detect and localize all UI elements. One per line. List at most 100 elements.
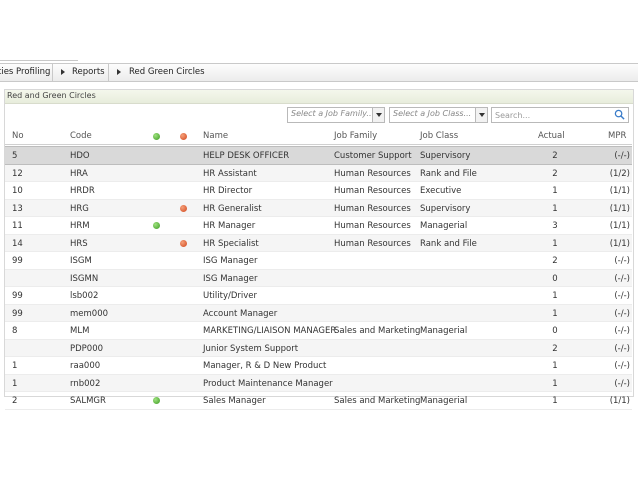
cell-actual: 1 bbox=[552, 361, 558, 371]
cell-name: HR Generalist bbox=[203, 203, 262, 214]
cell-job-class: Rank and File bbox=[420, 168, 477, 179]
table-row[interactable]: 13 HRG HR Generalist Human Resources Supervi… bbox=[5, 199, 632, 217]
cell-mpr: (-/-) bbox=[614, 291, 630, 301]
search-input[interactable] bbox=[495, 109, 607, 121]
cell-mpr: (1/1) bbox=[609, 396, 630, 406]
cell-job-family: Human Resources bbox=[334, 221, 411, 231]
table-row[interactable]: 2 SALMGR Sales Manager Sales and Marketing M… bbox=[5, 392, 632, 410]
cell-job-family: Sales and Marketing bbox=[334, 396, 421, 406]
table-header: No Code Name Job Family Job Class Actual… bbox=[5, 129, 632, 145]
breadcrumb-divider bbox=[108, 64, 109, 81]
column-header-job-family[interactable]: Job Family bbox=[334, 131, 377, 141]
green-circle-icon bbox=[153, 222, 160, 229]
cell-code: ISGMN bbox=[70, 273, 99, 284]
table-body: 5 HDO HELP DESK OFFICER Customer Support Sup… bbox=[5, 146, 632, 410]
cell-actual: 1 bbox=[552, 203, 558, 214]
cell-mpr: (-/-) bbox=[614, 326, 630, 336]
cell-mpr: (-/-) bbox=[614, 256, 630, 266]
breadcrumb-item-profiling[interactable]: ties Profiling bbox=[0, 64, 50, 81]
column-header-mpr[interactable]: MPR bbox=[608, 131, 626, 141]
panel-title: Red and Green Circles bbox=[7, 91, 96, 100]
cell-name: ISG Manager bbox=[203, 256, 258, 266]
cell-job-class: Supervisory bbox=[420, 151, 471, 161]
cell-actual: 2 bbox=[552, 151, 558, 161]
table-row[interactable]: 99 lsb002 Utility/Driver 1 (-/-) bbox=[5, 287, 632, 305]
cell-job-family: Human Resources bbox=[334, 238, 411, 249]
cell-no: 13 bbox=[12, 203, 23, 214]
cell-name: ISG Manager bbox=[203, 273, 258, 284]
cell-code: mem000 bbox=[70, 308, 109, 319]
cell-name: Account Manager bbox=[203, 308, 278, 319]
column-header-name[interactable]: Name bbox=[203, 131, 228, 141]
breadcrumb-item-red-green-circles[interactable]: Red Green Circles bbox=[129, 64, 205, 81]
table-row[interactable]: 1 raa000 Manager, R & D New Product 1 (-/-) bbox=[5, 357, 632, 375]
column-header-code[interactable]: Code bbox=[70, 131, 92, 141]
column-header-job-class[interactable]: Job Class bbox=[420, 131, 458, 141]
table-row[interactable]: 12 HRA HR Assistant Human Resources Rank and… bbox=[5, 164, 632, 182]
column-header-no[interactable]: No bbox=[12, 131, 24, 141]
cell-mpr: (1/1) bbox=[609, 186, 630, 196]
cell-no: 99 bbox=[12, 256, 23, 266]
green-circle-icon bbox=[153, 397, 160, 404]
table-row[interactable]: 10 HRDR HR Director Human Resources Executiv… bbox=[5, 182, 632, 200]
cell-mpr: (-/-) bbox=[614, 273, 630, 284]
table-row[interactable]: PDP000 Junior System Support 2 (-/-) bbox=[5, 339, 632, 357]
chevron-down-icon[interactable] bbox=[372, 108, 384, 122]
table-row[interactable]: 99 mem000 Account Manager 1 (-/-) bbox=[5, 304, 632, 322]
table-row[interactable]: 1 rnb002 Product Maintenance Manager 1 (-/-) bbox=[5, 374, 632, 392]
cell-no: 99 bbox=[12, 308, 23, 319]
cell-name: Utility/Driver bbox=[203, 291, 258, 301]
cell-actual: 1 bbox=[552, 291, 558, 301]
cell-mpr: (1/1) bbox=[609, 221, 630, 231]
cell-code: HRS bbox=[70, 238, 88, 249]
cell-actual: 1 bbox=[552, 238, 558, 249]
cell-name: HR Assistant bbox=[203, 168, 257, 179]
cell-no: 5 bbox=[12, 151, 18, 161]
cell-name: HR Director bbox=[203, 186, 253, 196]
cell-actual: 2 bbox=[552, 168, 558, 179]
search-icon[interactable] bbox=[614, 109, 625, 120]
job-family-placeholder: Select a Job Family... bbox=[291, 109, 375, 118]
cell-actual: 0 bbox=[552, 326, 558, 336]
cell-code: HRM bbox=[70, 221, 90, 231]
cell-actual: 2 bbox=[552, 343, 558, 354]
job-family-select[interactable]: Select a Job Family... bbox=[287, 107, 385, 123]
panel-header: Red and Green Circles bbox=[5, 90, 633, 104]
job-class-select[interactable]: Select a Job Class... bbox=[389, 107, 488, 123]
cell-job-family: Sales and Marketing bbox=[334, 326, 421, 336]
cell-name: HR Specialist bbox=[203, 238, 259, 249]
search-box[interactable] bbox=[491, 107, 629, 123]
cell-job-class: Managerial bbox=[420, 396, 468, 406]
cell-mpr: (-/-) bbox=[614, 151, 630, 161]
cell-job-class: Rank and File bbox=[420, 238, 477, 249]
job-class-placeholder: Select a Job Class... bbox=[393, 109, 472, 118]
cell-job-family: Customer Support bbox=[334, 151, 412, 161]
breadcrumb-arrow-icon bbox=[61, 69, 65, 75]
cell-mpr: (-/-) bbox=[614, 343, 630, 354]
cell-job-class: Managerial bbox=[420, 221, 468, 231]
table-row[interactable]: 14 HRS HR Specialist Human Resources Rank an… bbox=[5, 234, 632, 252]
red-circle-icon bbox=[180, 239, 187, 247]
table-row[interactable]: 99 ISGM ISG Manager 2 (-/-) bbox=[5, 252, 632, 270]
red-circle-icon bbox=[180, 133, 187, 140]
cell-code: HRA bbox=[70, 168, 88, 179]
cell-job-class: Managerial bbox=[420, 326, 468, 336]
breadcrumb-arrow-icon bbox=[117, 69, 121, 75]
breadcrumb: ties Profiling Reports Red Green Circles bbox=[0, 63, 638, 82]
cell-no: 8 bbox=[12, 326, 18, 336]
chevron-down-icon[interactable] bbox=[475, 108, 487, 122]
cell-actual: 1 bbox=[552, 396, 558, 406]
cell-actual: 1 bbox=[552, 378, 558, 389]
cell-name: Manager, R & D New Product bbox=[203, 361, 327, 371]
table-row[interactable]: 8 MLM MARKETING/LIAISON MANAGER Sales and M… bbox=[5, 322, 632, 340]
breadcrumb-item-reports[interactable]: Reports bbox=[72, 64, 105, 81]
cell-job-family: Human Resources bbox=[334, 168, 411, 179]
column-header-actual[interactable]: Actual bbox=[538, 131, 565, 141]
green-circle-icon bbox=[153, 133, 160, 140]
table-row[interactable]: 11 HRM HR Manager Human Resources Managerial… bbox=[5, 217, 632, 235]
cell-name: Product Maintenance Manager bbox=[203, 378, 333, 389]
cell-code: rnb002 bbox=[70, 378, 101, 389]
cell-no: 12 bbox=[12, 168, 23, 179]
table-row[interactable]: 5 HDO HELP DESK OFFICER Customer Support Sup… bbox=[5, 146, 632, 165]
table-row[interactable]: ISGMN ISG Manager 0 (-/-) bbox=[5, 269, 632, 287]
